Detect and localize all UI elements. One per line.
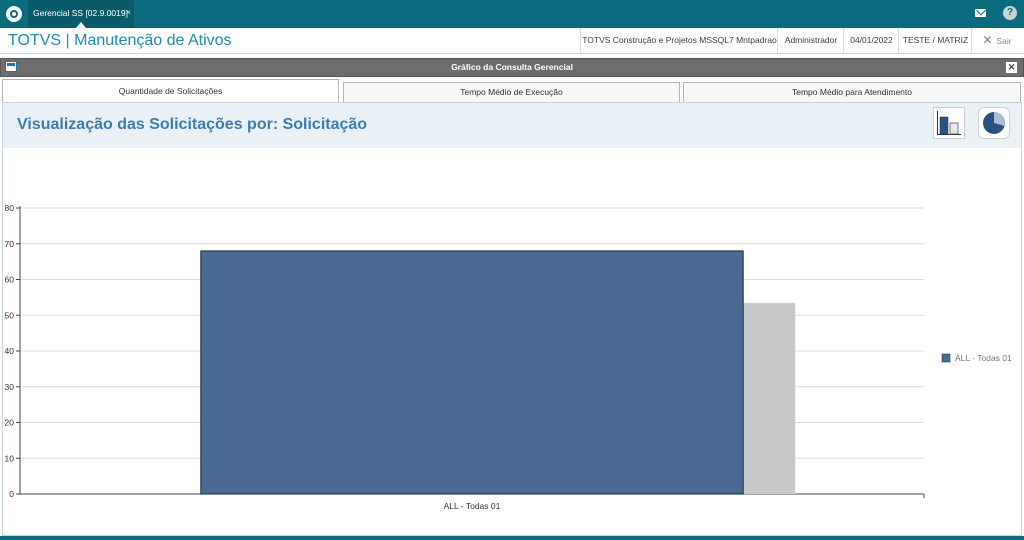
y-tick-labels: 0 10 20 30 40 50 60 70 80 [5, 203, 15, 499]
bar [200, 250, 744, 495]
environment-label: TOTVS Construção e Projetos MSSQL7 Mntpa… [580, 28, 778, 53]
help-icon[interactable]: ? [1003, 6, 1017, 20]
y-tick-label: 60 [5, 275, 15, 285]
bar-chart-icon [937, 111, 961, 135]
company-label: TESTE / MATRIZ [898, 28, 972, 53]
y-tick-label: 20 [5, 418, 15, 428]
bar-shadow [743, 302, 796, 494]
exit-button[interactable]: ✕ Sair [971, 28, 1022, 53]
top-bar: Gerencial SS [02.9.0019] × ? [0, 0, 1024, 28]
app-tab-label: Gerencial SS [02.9.0019] [33, 8, 128, 18]
dialog-title: Gráfico da Consulta Gerencial [451, 62, 573, 72]
bottom-bar [0, 536, 1024, 540]
dialog-header: Gráfico da Consulta Gerencial ✕ [0, 58, 1024, 77]
mail-icon[interactable] [975, 9, 986, 17]
y-tick-label: 70 [5, 239, 15, 249]
tab-tempo-medio-execucao[interactable]: Tempo Médio de Execução [343, 82, 680, 103]
y-tick-label: 40 [5, 346, 15, 356]
y-tick-label: 0 [9, 489, 14, 499]
legend-label: ALL - Todas 01 [955, 353, 1012, 363]
app-title: TOTVS | Manutenção de Ativos [8, 32, 232, 49]
date-label: 04/01/2022 [843, 28, 899, 53]
y-tick-label: 50 [5, 310, 15, 320]
user-label: Administrador [777, 28, 844, 53]
totvs-logo-icon[interactable] [6, 6, 22, 22]
exit-label: Sair [996, 36, 1012, 46]
dialog-close-icon[interactable]: ✕ [1006, 62, 1017, 73]
y-tick-label: 30 [5, 382, 15, 392]
bar-chart-button[interactable] [933, 107, 965, 139]
pie-chart-button[interactable] [978, 107, 1010, 139]
heading-band: Visualização das Solicitações por: Solic… [3, 103, 1021, 148]
tab-quantidade-solicitacoes[interactable]: Quantidade de Solicitações [2, 79, 339, 103]
app-tab-close-icon[interactable]: × [126, 7, 131, 17]
y-tick-label: 80 [5, 203, 15, 213]
bar-chart: 0 10 20 30 40 50 60 70 80 ALL - Todas 01 ALL - T… [5, 203, 1012, 511]
y-tick-label: 10 [5, 453, 15, 463]
app-tab-gerencial[interactable]: Gerencial SS [02.9.0019] × [28, 0, 134, 28]
view-heading: Visualização das Solicitações por: Solic… [17, 116, 368, 133]
tab-tempo-medio-atendimento[interactable]: Tempo Médio para Atendimento [683, 82, 1021, 103]
x-tick-label: ALL - Todas 01 [444, 501, 501, 511]
legend-swatch [941, 353, 951, 363]
pie-chart-icon [983, 112, 1005, 134]
header-bar: TOTVS | Manutenção de Ativos TOTVS Const… [0, 28, 1024, 54]
exit-icon: ✕ [982, 33, 993, 47]
bars [200, 250, 796, 495]
x-tick-labels: ALL - Todas 01 [444, 501, 501, 511]
legend: ALL - Todas 01 [941, 353, 1012, 363]
